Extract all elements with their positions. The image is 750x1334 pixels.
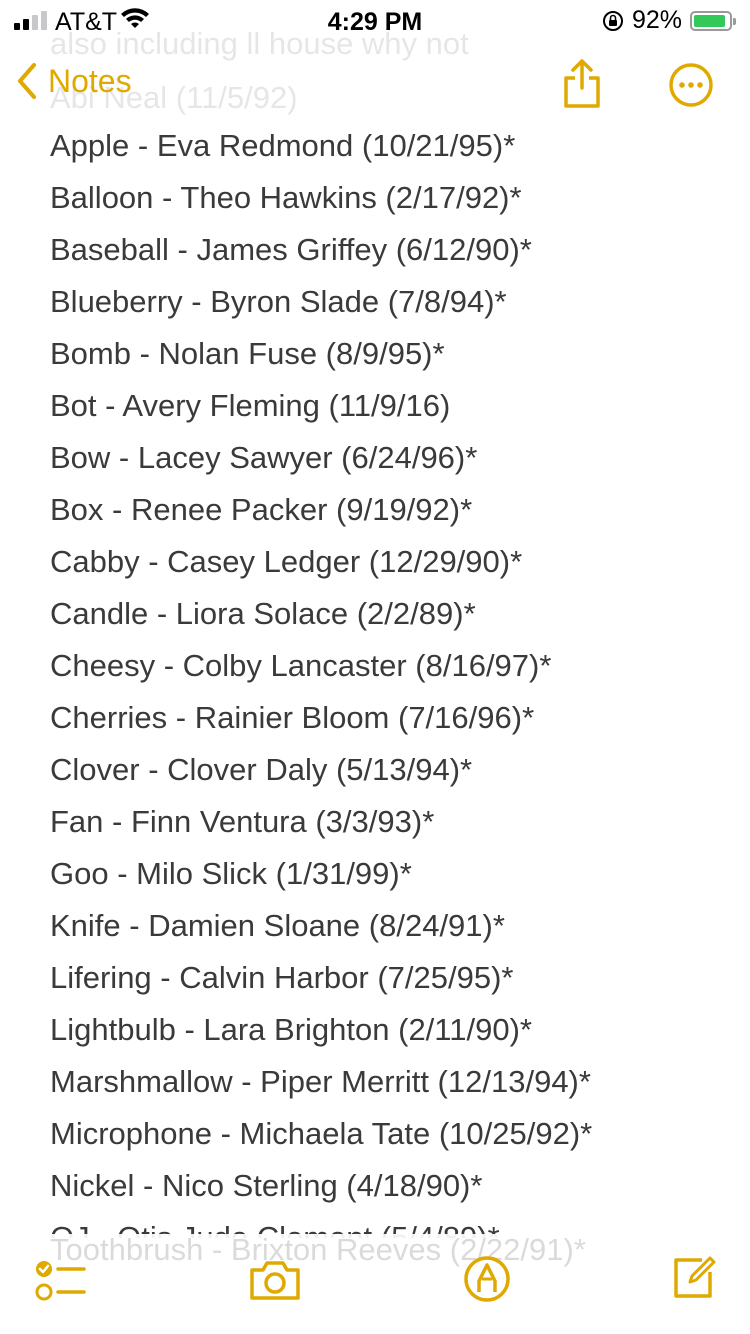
note-line: Nickel - Nico Sterling (4/18/90)* xyxy=(50,1168,483,1203)
note-line: Cheesy - Colby Lancaster (8/16/97)* xyxy=(50,648,552,683)
back-to-notes-button[interactable]: Notes xyxy=(16,62,132,100)
note-line: Marshmallow - Piper Merritt (12/13/94)* xyxy=(50,1064,591,1099)
note-line: Microphone - Michaela Tate (10/25/92)* xyxy=(50,1116,593,1151)
back-label: Notes xyxy=(48,62,132,99)
note-line: Apple - Eva Redmond (10/21/95)* xyxy=(50,128,516,163)
note-line: Blueberry - Byron Slade (7/8/94)* xyxy=(50,284,507,319)
note-body[interactable]: Apple - Eva Redmond (10/21/95)* Balloon … xyxy=(50,120,730,1238)
markup-pen-icon[interactable] xyxy=(462,1254,512,1304)
note-line: Bow - Lacey Sawyer (6/24/96)* xyxy=(50,440,478,475)
note-line: Bot - Avery Fleming (11/9/16) xyxy=(50,388,451,423)
note-line: Balloon - Theo Hawkins (2/17/92)* xyxy=(50,180,522,215)
camera-icon[interactable] xyxy=(248,1258,302,1302)
note-line: Lifering - Calvin Harbor (7/25/95)* xyxy=(50,960,514,995)
more-options-icon[interactable] xyxy=(668,62,714,108)
note-line: Bomb - Nolan Fuse (8/9/95)* xyxy=(50,336,445,371)
compose-note-icon[interactable] xyxy=(670,1254,718,1302)
note-line: Goo - Milo Slick (1/31/99)* xyxy=(50,856,412,891)
note-line: Lightbulb - Lara Brighton (2/11/90)* xyxy=(50,1012,532,1047)
note-line: Box - Renee Packer (9/19/92)* xyxy=(50,492,473,527)
bottom-toolbar: Toothbrush - Brixton Reeves (2/22/91)* xyxy=(0,1232,750,1334)
note-line: Clover - Clover Daly (5/13/94)* xyxy=(50,752,473,787)
note-line: Baseball - James Griffey (6/12/90)* xyxy=(50,232,532,267)
note-line: Knife - Damien Sloane (8/24/91)* xyxy=(50,908,505,943)
share-icon[interactable] xyxy=(560,58,604,110)
note-line: Cabby - Casey Ledger (12/29/90)* xyxy=(50,544,523,579)
chevron-left-icon xyxy=(18,63,36,99)
checklist-icon[interactable] xyxy=(34,1258,88,1304)
note-line: Candle - Liora Solace (2/2/89)* xyxy=(50,596,476,631)
navigation-bar: Notes xyxy=(0,50,750,120)
note-line: Cherries - Rainier Bloom (7/16/96)* xyxy=(50,700,535,735)
note-line: Fan - Finn Ventura (3/3/93)* xyxy=(50,804,435,839)
